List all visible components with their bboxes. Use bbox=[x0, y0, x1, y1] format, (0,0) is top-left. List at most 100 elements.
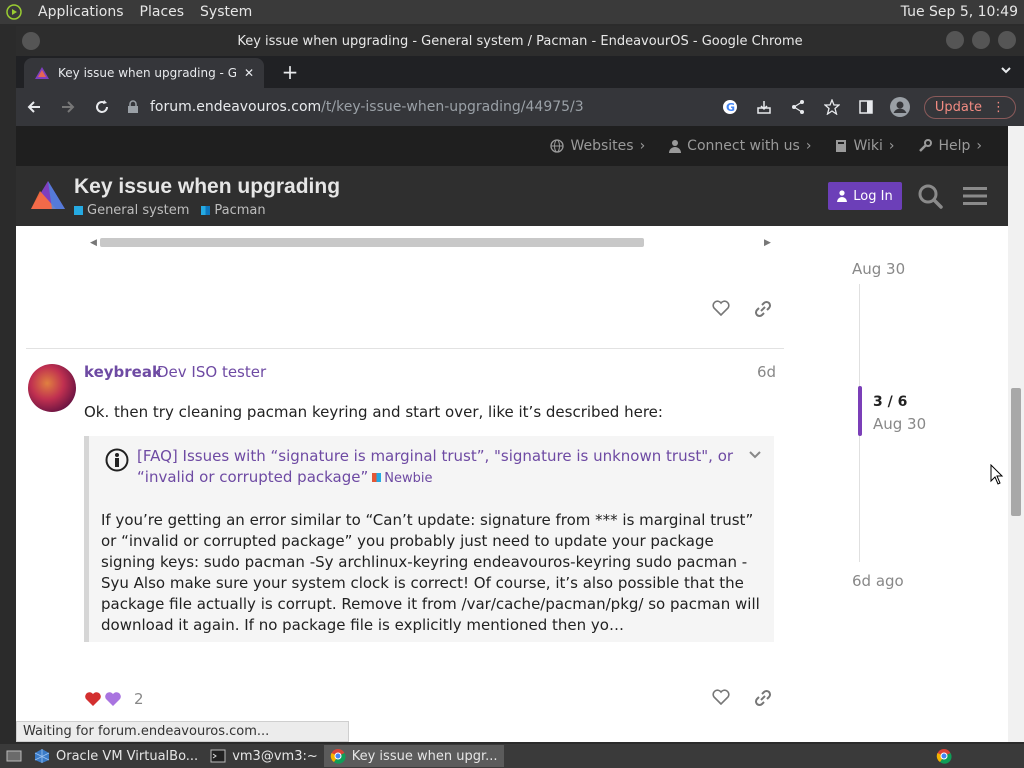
site-top-nav: Websites › Connect with us › Wiki › Help… bbox=[16, 126, 1008, 166]
nav-connect-label: Connect with us bbox=[687, 138, 800, 154]
menu-places[interactable]: Places bbox=[140, 4, 185, 20]
topic-title[interactable]: Key issue when upgrading bbox=[74, 175, 340, 199]
hamburger-menu-button[interactable] bbox=[961, 182, 989, 210]
post-date[interactable]: 6d bbox=[757, 363, 776, 381]
timeline-handle[interactable] bbox=[858, 386, 862, 436]
share-button[interactable] bbox=[788, 97, 808, 117]
onebox-title-link[interactable]: [FAQ] Issues with “signature is marginal… bbox=[137, 447, 733, 486]
reload-button[interactable] bbox=[92, 97, 112, 117]
login-button[interactable]: Log In bbox=[828, 182, 902, 210]
nav-websites-label: Websites bbox=[570, 138, 634, 154]
category-badge-newbie[interactable]: Newbie bbox=[372, 471, 433, 486]
tray-chrome[interactable] bbox=[930, 745, 958, 767]
topic-timeline: Aug 30 3 / 6 Aug 30 6d ago bbox=[852, 226, 1008, 742]
taskbar-item-virtualbox[interactable]: Oracle VM VirtualBo... bbox=[28, 745, 204, 767]
category-general-system[interactable]: General system bbox=[74, 203, 189, 218]
minimize-button[interactable] bbox=[946, 31, 964, 49]
login-label: Log In bbox=[853, 188, 893, 204]
show-desktop-button[interactable] bbox=[0, 745, 28, 767]
nav-wiki[interactable]: Wiki › bbox=[835, 138, 894, 154]
tab-close-icon[interactable]: ✕ bbox=[244, 66, 254, 80]
nav-help[interactable]: Help › bbox=[918, 138, 982, 154]
hamburger-icon bbox=[963, 187, 987, 205]
mouse-cursor-icon bbox=[990, 464, 1004, 485]
tab-search-button[interactable] bbox=[1000, 64, 1012, 76]
install-app-button[interactable] bbox=[754, 97, 774, 117]
category-color-swatch bbox=[74, 205, 83, 215]
timeline-position-date: Aug 30 bbox=[873, 415, 927, 433]
globe-icon bbox=[550, 139, 565, 153]
scroll-left-arrow-icon[interactable]: ◀ bbox=[90, 238, 97, 248]
nav-websites[interactable]: Websites › bbox=[550, 138, 645, 154]
menu-system[interactable]: System bbox=[200, 4, 252, 20]
terminal-icon bbox=[210, 749, 226, 763]
scrollbar-thumb[interactable] bbox=[1011, 388, 1021, 516]
endeavouros-favicon-icon bbox=[35, 67, 49, 79]
search-button[interactable] bbox=[916, 182, 944, 210]
google-lens-button[interactable]: G bbox=[720, 97, 740, 117]
taskbar-item-chrome[interactable]: Key issue when upgr... bbox=[323, 745, 504, 767]
category-label: Pacman bbox=[214, 202, 266, 218]
timeline-start-date[interactable]: Aug 30 bbox=[852, 260, 905, 278]
update-button[interactable]: Update ⋮ bbox=[923, 95, 1016, 119]
virtualbox-icon bbox=[34, 749, 50, 763]
heart-icon[interactable] bbox=[712, 300, 730, 316]
red-heart-icon bbox=[85, 692, 101, 706]
chevron-down-icon bbox=[1001, 67, 1011, 74]
code-horizontal-scrollbar[interactable]: ◀ ▶ bbox=[90, 238, 771, 248]
profile-button[interactable] bbox=[889, 97, 910, 117]
category-list: General system Pacman bbox=[74, 203, 340, 218]
link-icon[interactable] bbox=[754, 300, 772, 318]
post-text: Ok. then try cleaning pacman keyring and… bbox=[84, 403, 663, 421]
forward-button[interactable] bbox=[58, 97, 78, 117]
post-divider bbox=[26, 348, 784, 349]
book-icon bbox=[836, 140, 847, 152]
side-panel-button[interactable] bbox=[856, 97, 876, 117]
heart-icon[interactable] bbox=[712, 689, 730, 705]
reactions[interactable]: 2 bbox=[84, 690, 144, 708]
nav-help-label: Help bbox=[938, 138, 971, 154]
scroll-right-arrow-icon[interactable]: ▶ bbox=[764, 238, 771, 248]
page-vertical-scrollbar[interactable] bbox=[1008, 126, 1024, 742]
update-label: Update bbox=[934, 99, 982, 115]
category-pacman[interactable]: Pacman bbox=[201, 202, 266, 218]
menu-applications[interactable]: Applications bbox=[38, 4, 124, 20]
address-bar[interactable]: forum.endeavouros.com/t/key-issue-when-u… bbox=[126, 93, 706, 121]
timeline-end-date[interactable]: 6d ago bbox=[852, 572, 904, 590]
window-menu-button[interactable] bbox=[22, 32, 40, 50]
nav-connect[interactable]: Connect with us › bbox=[669, 138, 811, 154]
tab-active[interactable]: Key issue when upgrading - General syste… bbox=[24, 58, 264, 88]
nav-wiki-label: Wiki bbox=[853, 138, 883, 154]
badge-label: Newbie bbox=[384, 471, 433, 486]
avatar-icon bbox=[889, 97, 910, 117]
page-viewport: Websites › Connect with us › Wiki › Help… bbox=[16, 126, 1008, 742]
endeavouros-logo-icon[interactable] bbox=[26, 175, 68, 217]
link-icon[interactable] bbox=[754, 689, 772, 707]
maximize-button[interactable] bbox=[972, 31, 990, 49]
window-titlebar[interactable]: Key issue when upgrading - General syste… bbox=[16, 26, 1024, 56]
system-top-panel: Applications Places System Tue Sep 5, 10… bbox=[0, 0, 1024, 24]
taskbar-item-terminal[interactable]: vm3@vm3:~ bbox=[204, 745, 324, 767]
chrome-icon bbox=[936, 749, 952, 764]
reaction-count: 2 bbox=[134, 690, 144, 708]
purple-heart-icon bbox=[105, 692, 121, 706]
url-host: forum.endeavouros.com bbox=[150, 99, 322, 115]
chevron-down-icon bbox=[749, 451, 761, 459]
close-window-button[interactable] bbox=[998, 31, 1016, 49]
back-button[interactable] bbox=[24, 97, 44, 117]
topic-header: Key issue when upgrading General system … bbox=[16, 166, 1008, 226]
distro-logo-icon[interactable] bbox=[6, 4, 22, 20]
bookmark-button[interactable] bbox=[822, 97, 842, 117]
taskbar-label: vm3@vm3:~ bbox=[232, 748, 318, 764]
site-info-icon[interactable] bbox=[126, 100, 140, 114]
scrollbar-thumb[interactable] bbox=[100, 238, 644, 247]
new-tab-button[interactable]: + bbox=[278, 60, 302, 84]
window-title: Key issue when upgrading - General syste… bbox=[237, 33, 803, 49]
avatar[interactable] bbox=[28, 364, 76, 412]
side-panel-icon bbox=[859, 100, 873, 114]
user-icon bbox=[669, 140, 682, 153]
clock[interactable]: Tue Sep 5, 10:49 bbox=[901, 4, 1018, 20]
svg-text:G: G bbox=[726, 101, 735, 114]
expand-quote-button[interactable] bbox=[748, 448, 762, 462]
post-username[interactable]: keybreak bbox=[84, 363, 162, 381]
